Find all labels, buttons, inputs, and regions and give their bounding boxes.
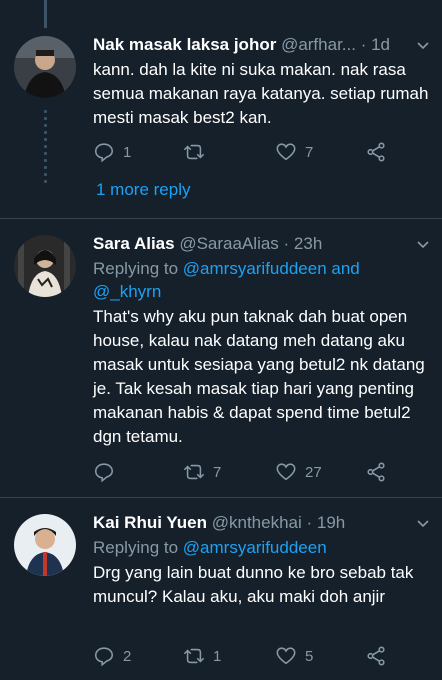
retweet-button[interactable]: 7 [183, 460, 221, 484]
reply-icon [94, 463, 114, 483]
like-button[interactable]: 7 [275, 140, 313, 164]
reply-count: 1 [123, 143, 132, 161]
username[interactable]: @SaraaAlias · 23h [179, 234, 322, 253]
reply-count: 2 [123, 647, 132, 665]
like-count: 7 [305, 143, 314, 161]
share-icon [367, 142, 385, 162]
like-icon [276, 143, 296, 161]
tweet-2[interactable]: Sara Alias @SaraaAlias · 23h Replying to… [0, 219, 442, 497]
chevron-down-icon[interactable] [416, 516, 430, 530]
reply-button[interactable]: 2 [93, 644, 131, 668]
retweet-button[interactable]: 1 [183, 644, 221, 668]
retweet-icon [184, 648, 204, 664]
tweet-text: kann. dah la kite ni suka makan. nak ras… [93, 60, 429, 127]
tweet-1[interactable]: Nak masak laksa johor @arfhar... · 1d ka… [0, 0, 442, 218]
display-name[interactable]: Kai Rhui Yuen [93, 513, 207, 532]
share-icon [367, 462, 385, 482]
like-button[interactable]: 5 [275, 644, 313, 668]
share-button[interactable] [365, 140, 387, 164]
like-icon [276, 463, 296, 481]
replying-to-label: Replying to [93, 538, 183, 557]
like-icon [276, 647, 296, 665]
like-button[interactable]: 27 [275, 460, 322, 484]
avatar[interactable] [14, 514, 76, 576]
more-replies-link[interactable]: 1 more reply [96, 180, 190, 200]
share-icon [367, 646, 385, 666]
username[interactable]: @arfhar... [281, 35, 356, 54]
replying-to-label: Replying to [93, 259, 183, 278]
display-name[interactable]: Sara Alias [93, 234, 175, 253]
reply-button[interactable]: 1 [93, 140, 131, 164]
replying-to-users[interactable]: @amrsyarifuddeen [183, 538, 327, 557]
reply-icon [94, 143, 114, 163]
chevron-down-icon[interactable] [416, 237, 430, 251]
retweet-count: 1 [213, 647, 222, 665]
tweet-3[interactable]: Kai Rhui Yuen @knthekhai · 19h Replying … [0, 498, 442, 680]
thread-line-top [44, 0, 47, 28]
reply-button[interactable] [93, 460, 123, 484]
retweet-icon [184, 144, 204, 160]
tweet-text: That's why aku pun taknak dah buat open … [93, 307, 425, 446]
tweet-header: Nak masak laksa johor @arfhar... · 1d [93, 34, 432, 56]
tweet-text: Drg yang lain buat dunno ke bro sebab ta… [93, 563, 414, 606]
avatar[interactable] [14, 36, 76, 98]
like-count: 5 [305, 647, 314, 665]
replying-to: Replying to @amrsyarifuddeen [93, 536, 432, 559]
replying-to: Replying to @amrsyarifuddeen and @_khyrn [93, 257, 432, 303]
tweet-header: Kai Rhui Yuen @knthekhai · 19h [93, 512, 432, 534]
retweet-count: 7 [213, 463, 222, 481]
retweet-button[interactable] [183, 140, 213, 164]
like-count: 27 [305, 463, 322, 481]
share-button[interactable] [365, 644, 387, 668]
avatar[interactable] [14, 235, 76, 297]
retweet-icon [184, 464, 204, 480]
reply-icon [94, 647, 114, 667]
username[interactable]: @knthekhai · 19h [212, 513, 346, 532]
display-name[interactable]: Nak masak laksa johor [93, 35, 276, 54]
timestamp[interactable]: · 1d [361, 35, 390, 54]
tweet-header: Sara Alias @SaraaAlias · 23h [93, 233, 432, 255]
chevron-down-icon[interactable] [416, 38, 430, 52]
share-button[interactable] [365, 460, 387, 484]
thread-connector [44, 110, 47, 187]
